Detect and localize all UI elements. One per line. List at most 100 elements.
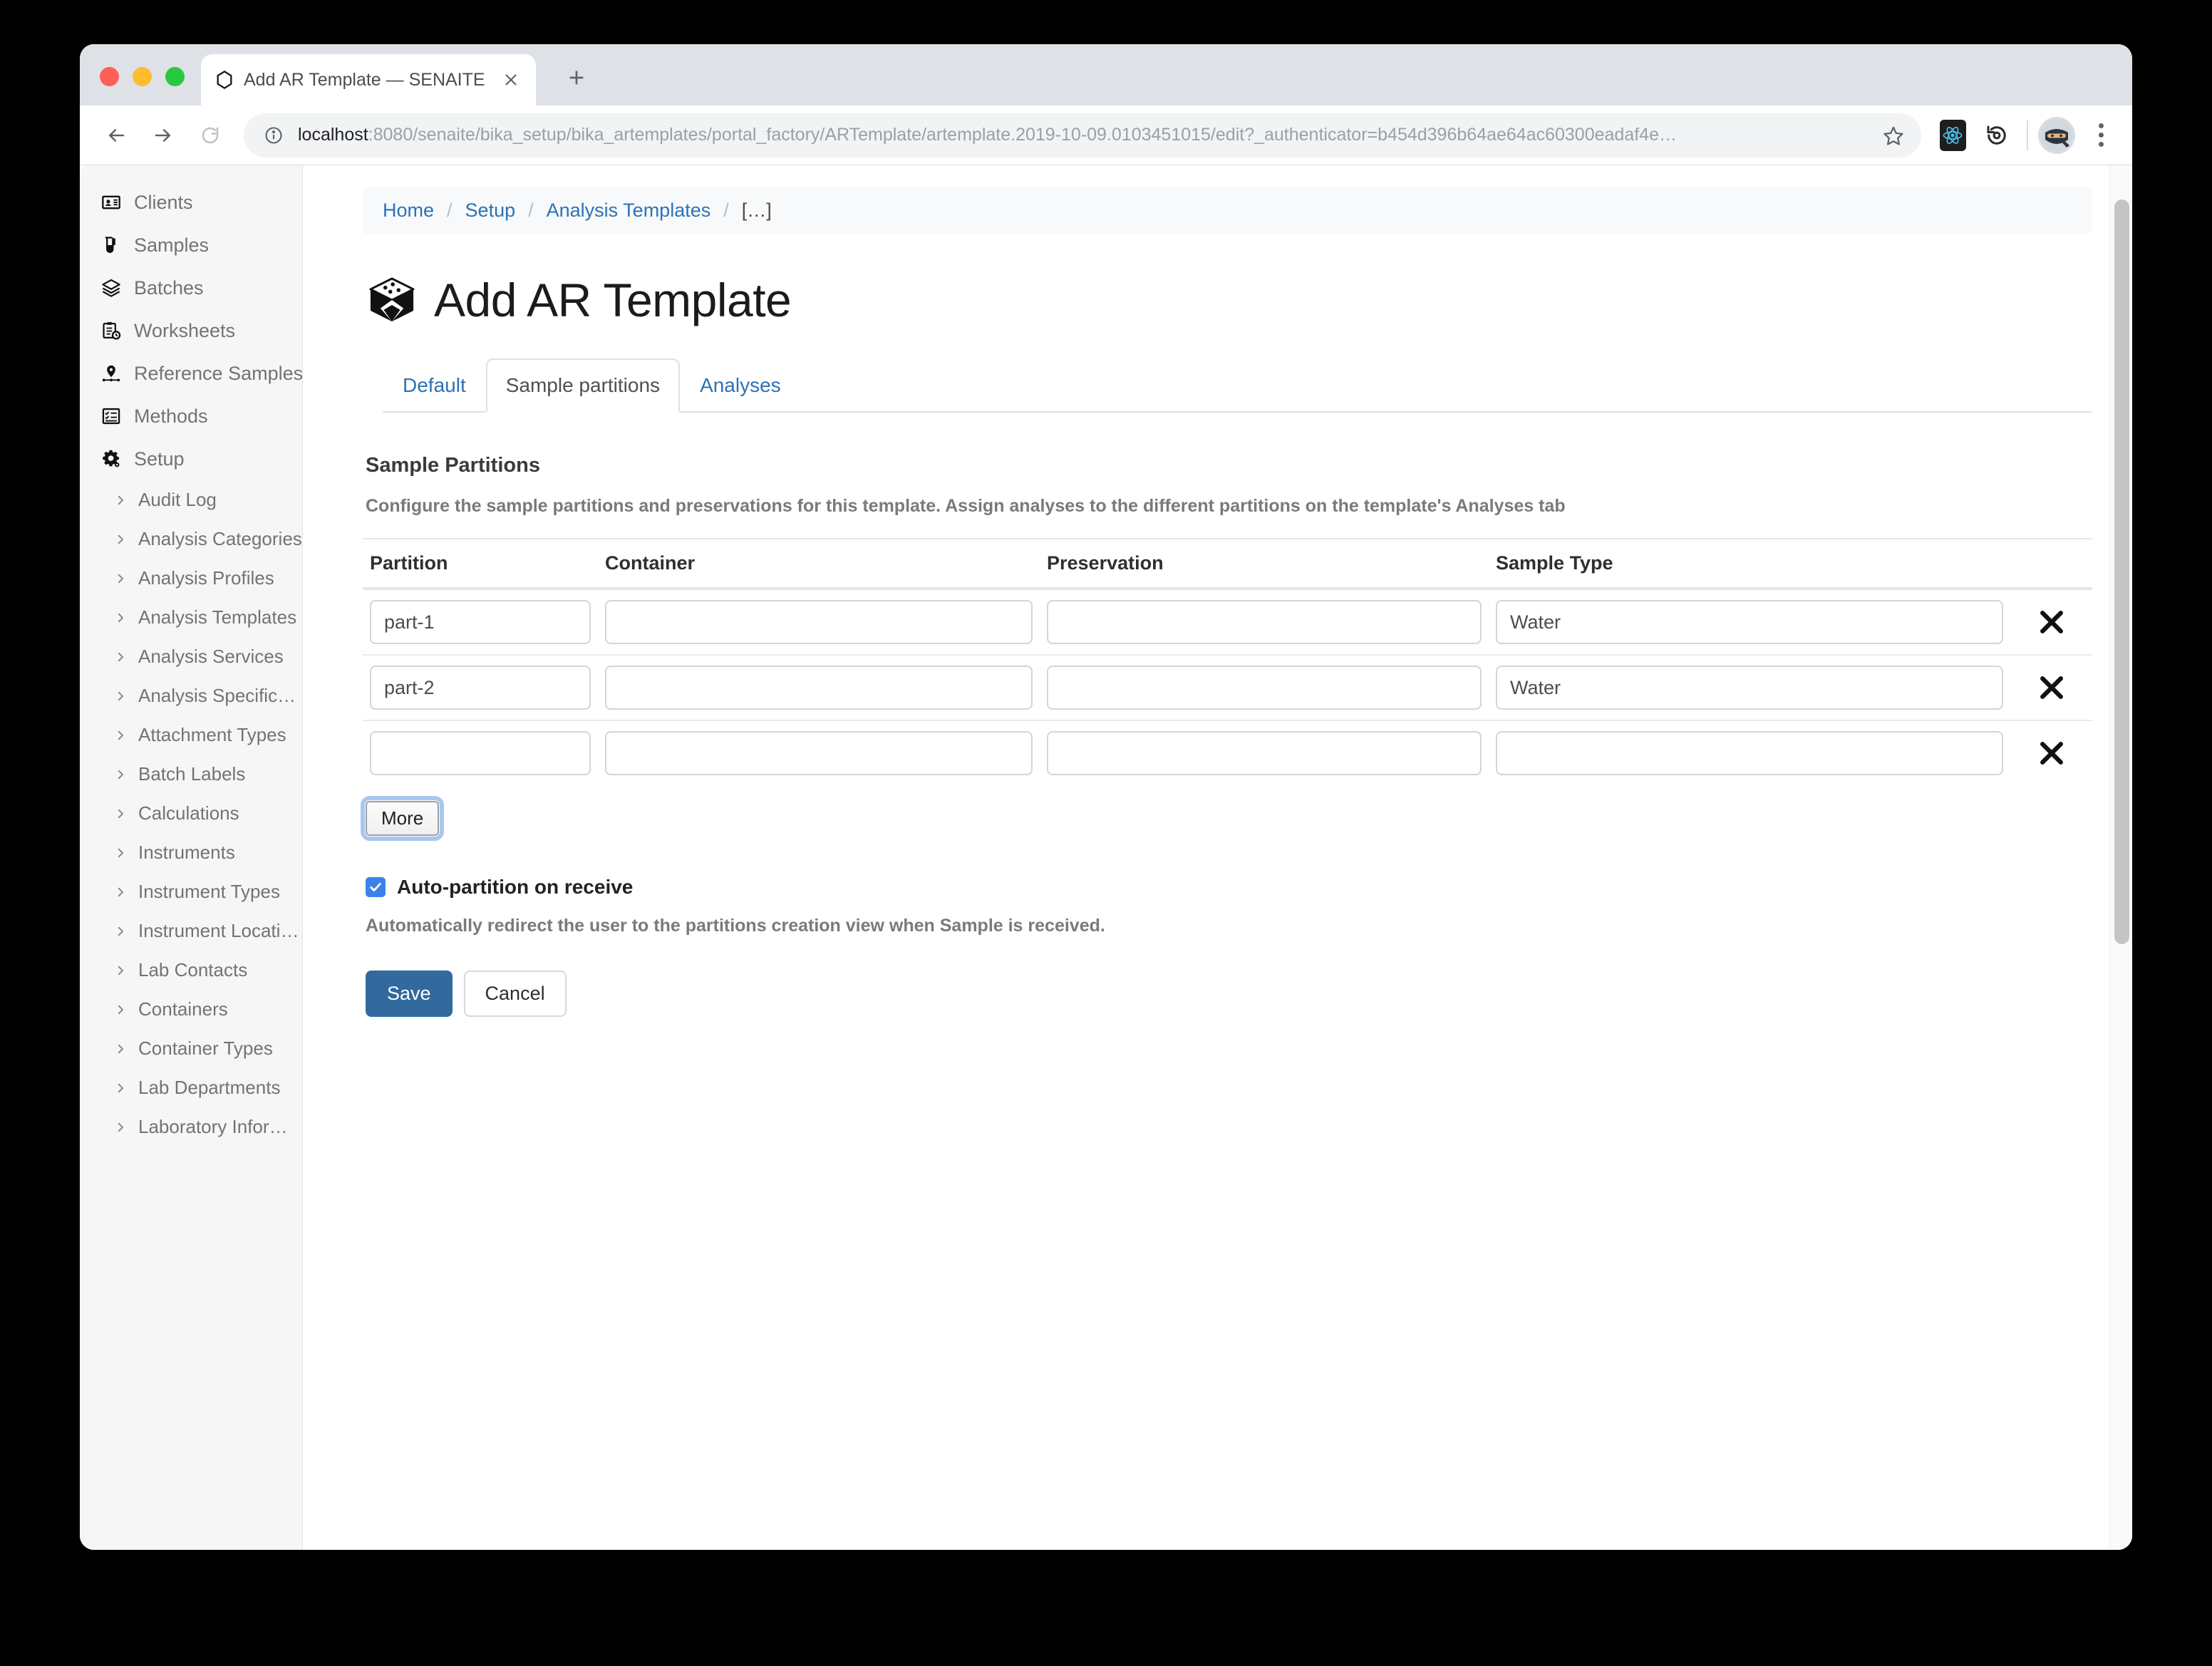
breadcrumb-item-home[interactable]: Home — [383, 200, 434, 222]
maximize-window-button[interactable] — [165, 67, 185, 86]
sidebar-item-reference-samples[interactable]: Reference Samples — [80, 352, 302, 395]
close-window-button[interactable] — [100, 67, 119, 86]
sidebar-item-batches[interactable]: Batches — [80, 267, 302, 309]
sidebar-subitem-label: Lab Contacts — [138, 959, 248, 981]
sidebar-subitem-label: Analysis Categories — [138, 528, 302, 549]
sidebar-subitem-containers[interactable]: Containers — [80, 990, 302, 1029]
browser-tab-title: Add AR Template — SENAITE — [244, 69, 485, 90]
gear-icon — [100, 447, 123, 470]
page-title-text: Add AR Template — [434, 274, 792, 326]
star-icon[interactable] — [1876, 118, 1911, 153]
sidebar-subitem-calculations[interactable]: Calculations — [80, 794, 302, 833]
sidebar-subitem-attachment-types[interactable]: Attachment Types — [80, 715, 302, 755]
chevron-right-icon — [113, 923, 128, 939]
chevron-right-icon — [113, 1119, 128, 1135]
browser-tab-strip: Add AR Template — SENAITE — [80, 44, 2132, 105]
reload-icon[interactable] — [188, 113, 232, 157]
checklist-icon — [100, 405, 123, 428]
browser-tab[interactable]: Add AR Template — SENAITE — [201, 54, 536, 105]
sample-type-input[interactable] — [1496, 731, 2003, 775]
sidebar-subitem-lab-contacts[interactable]: Lab Contacts — [80, 951, 302, 990]
url-text: localhost:8080/senaite/bika_setup/bika_a… — [298, 125, 1876, 145]
sidebar-subitem-analysis-specifications[interactable]: Analysis Specificati… — [80, 676, 302, 715]
page-scrollbar[interactable] — [2109, 165, 2132, 1550]
close-x-icon[interactable] — [2030, 600, 2074, 644]
chevron-right-icon — [113, 1002, 128, 1018]
info-circle-icon[interactable] — [261, 123, 286, 148]
column-header-partition: Partition — [363, 538, 598, 590]
sidebar-subitem-analysis-templates[interactable]: Analysis Templates — [80, 598, 302, 637]
react-devtools-icon[interactable] — [1933, 115, 1973, 155]
sample-type-input[interactable] — [1496, 666, 2003, 710]
container-input[interactable] — [605, 666, 1033, 710]
minimize-window-button[interactable] — [133, 67, 152, 86]
address-bar[interactable]: localhost:8080/senaite/bika_setup/bika_a… — [244, 113, 1921, 157]
chevron-right-icon — [113, 492, 128, 508]
sidebar-subitem-analysis-services[interactable]: Analysis Services — [80, 637, 302, 676]
auto-partition-description: Automatically redirect the user to the p… — [366, 916, 1105, 936]
sidebar-subitem-label: Analysis Specificati… — [138, 685, 302, 706]
sidebar-item-methods[interactable]: Methods — [80, 395, 302, 438]
tab-analyses[interactable]: Analyses — [680, 358, 801, 413]
sidebar-subitem-analysis-profiles[interactable]: Analysis Profiles — [80, 559, 302, 598]
sidebar-item-label: Setup — [134, 447, 185, 470]
sidebar-subitem-label: Calculations — [138, 802, 239, 824]
partition-input[interactable] — [370, 731, 591, 775]
table-row — [363, 655, 2092, 721]
cell-partition — [363, 655, 598, 721]
cell-sample-type — [1489, 589, 2010, 656]
kebab-menu-icon[interactable] — [2082, 117, 2119, 154]
plus-icon[interactable] — [559, 60, 594, 95]
partition-input[interactable] — [370, 600, 591, 644]
breadcrumb-item-setup[interactable]: Setup — [465, 200, 516, 222]
preservation-input[interactable] — [1047, 666, 1482, 710]
sample-type-input[interactable] — [1496, 600, 2003, 644]
cell-container — [598, 589, 1040, 656]
save-button[interactable]: Save — [366, 971, 453, 1017]
chevron-right-icon — [113, 1041, 128, 1057]
arrow-right-icon[interactable] — [141, 113, 185, 157]
container-input[interactable] — [605, 600, 1033, 644]
cancel-button[interactable]: Cancel — [463, 971, 567, 1017]
sidebar-subitem-batch-labels[interactable]: Batch Labels — [80, 755, 302, 794]
breadcrumb-item-analysis-templates[interactable]: Analysis Templates — [547, 200, 711, 222]
sidebar-item-label: Samples — [134, 234, 210, 256]
tab-default[interactable]: Default — [383, 358, 486, 413]
sidebar-subitem-instrument-types[interactable]: Instrument Types — [80, 872, 302, 911]
sidebar-subitem-lab-departments[interactable]: Lab Departments — [80, 1068, 302, 1107]
column-header-container: Container — [598, 538, 1040, 590]
senaite-hexagon-icon — [214, 69, 235, 90]
cell-remove — [2010, 589, 2092, 656]
sidebar-subitem-instrument-locations[interactable]: Instrument Locations — [80, 911, 302, 951]
breadcrumb: Home / Setup / Analysis Templates / […] — [363, 187, 2092, 234]
preservation-input[interactable] — [1047, 731, 1482, 775]
refresh-timer-icon[interactable] — [1977, 115, 2017, 155]
tab-sample-partitions[interactable]: Sample partitions — [485, 358, 681, 413]
sidebar-item-clients[interactable]: Clients — [80, 181, 302, 224]
scrollbar-thumb[interactable] — [2114, 200, 2129, 944]
close-icon[interactable] — [499, 68, 523, 92]
breadcrumb-separator: / — [723, 200, 729, 221]
sidebar-subitem-instruments[interactable]: Instruments — [80, 833, 302, 872]
more-button[interactable]: More — [360, 796, 445, 841]
sidebar-item-label: Reference Samples — [134, 362, 303, 384]
ninja-avatar-icon[interactable] — [2038, 116, 2075, 154]
sidebar-subitem-analysis-categories[interactable]: Analysis Categories — [80, 519, 302, 559]
cell-preservation — [1040, 589, 1489, 656]
close-x-icon[interactable] — [2030, 731, 2074, 775]
sidebar-item-worksheets[interactable]: Worksheets — [80, 309, 302, 352]
partition-input[interactable] — [370, 666, 591, 710]
cell-sample-type — [1489, 655, 2010, 721]
close-x-icon[interactable] — [2030, 666, 2074, 710]
sidebar-subitem-laboratory-information[interactable]: Laboratory Informati… — [80, 1107, 302, 1147]
sidebar-subitem-label: Analysis Services — [138, 646, 284, 667]
container-input[interactable] — [605, 731, 1033, 775]
preservation-input[interactable] — [1047, 600, 1482, 644]
auto-partition-checkbox[interactable] — [366, 877, 386, 897]
sidebar-item-samples[interactable]: Samples — [80, 224, 302, 267]
arrow-left-icon[interactable] — [94, 113, 138, 157]
sidebar-item-setup[interactable]: Setup — [80, 438, 302, 480]
sidebar-subitem-container-types[interactable]: Container Types — [80, 1029, 302, 1068]
sidebar-subitem-audit-log[interactable]: Audit Log — [80, 480, 302, 519]
cell-container — [598, 720, 1040, 785]
